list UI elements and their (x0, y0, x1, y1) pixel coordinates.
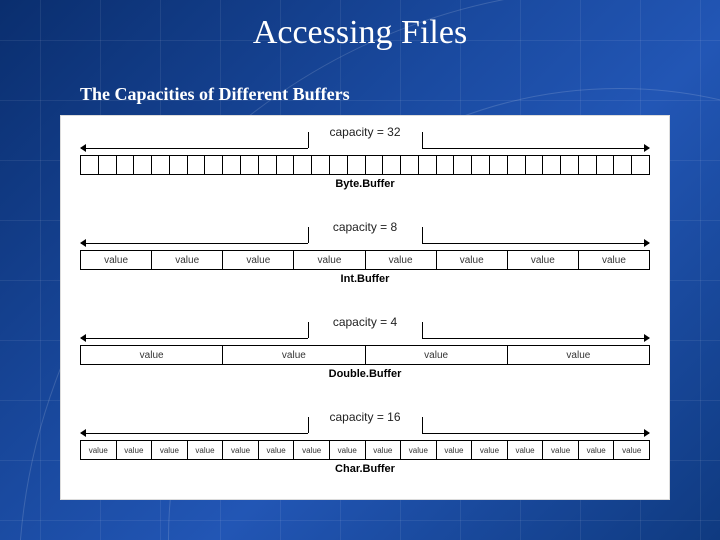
buffer-cell (472, 156, 490, 174)
buffer-cell (490, 156, 508, 174)
buffer-cell: value (294, 251, 365, 269)
buffer-cell: value (330, 441, 366, 459)
buffer-cell: value (579, 441, 615, 459)
buffer-row: capacity = 16valuevaluevaluevaluevalueva… (80, 410, 650, 475)
buffer-cell (383, 156, 401, 174)
buffer-cells: valuevaluevaluevaluevaluevaluevaluevalue (80, 250, 650, 270)
buffer-cell: value (117, 441, 153, 459)
buffer-cell (205, 156, 223, 174)
buffer-name: Double.Buffer (80, 368, 650, 380)
buffer-cell: value (437, 251, 508, 269)
buffer-cell: value (188, 441, 224, 459)
slide-subtitle: The Capacities of Different Buffers (80, 84, 350, 105)
capacity-label: capacity = 8 (80, 220, 650, 234)
capacity-label: capacity = 16 (80, 410, 650, 424)
buffer-cell: value (366, 441, 402, 459)
buffer-cell (152, 156, 170, 174)
buffer-cell (330, 156, 348, 174)
buffer-cell: value (579, 251, 649, 269)
buffer-cell: value (543, 441, 579, 459)
buffer-cell (117, 156, 135, 174)
buffer-cell (632, 156, 649, 174)
buffer-row: capacity = 4valuevaluevaluevalueDouble.B… (80, 315, 650, 380)
buffer-cell (561, 156, 579, 174)
buffer-cell: value (508, 346, 649, 364)
buffer-cell (543, 156, 561, 174)
buffer-cell: value (472, 441, 508, 459)
buffer-cell: value (152, 251, 223, 269)
slide: Accessing Files The Capacities of Differ… (0, 0, 720, 540)
buffer-cell (99, 156, 117, 174)
buffer-name: Byte.Buffer (80, 178, 650, 190)
capacity-arrows (81, 332, 649, 346)
buffer-cell: value (81, 441, 117, 459)
buffer-cell (81, 156, 99, 174)
buffer-cells (80, 155, 650, 175)
buffer-cells: valuevaluevaluevalue (80, 345, 650, 365)
capacity-label: capacity = 32 (80, 125, 650, 139)
buffer-cell (277, 156, 295, 174)
capacity-arrows (81, 427, 649, 441)
buffer-cell (294, 156, 312, 174)
buffer-cell: value (259, 441, 295, 459)
buffer-cell (614, 156, 632, 174)
buffer-cell: value (223, 251, 294, 269)
buffer-cell: value (401, 441, 437, 459)
buffer-cell (526, 156, 544, 174)
buffer-cell: value (437, 441, 473, 459)
buffer-row: capacity = 32 Byte.Buffer (80, 125, 650, 190)
buffer-cell: value (614, 441, 649, 459)
buffer-cell (437, 156, 455, 174)
buffer-cell (312, 156, 330, 174)
buffer-cell (348, 156, 366, 174)
capacity-arrows (81, 142, 649, 156)
buffer-cell (401, 156, 419, 174)
buffer-name: Char.Buffer (80, 463, 650, 475)
buffer-cell (366, 156, 384, 174)
capacity-label: capacity = 4 (80, 315, 650, 329)
buffer-cell (597, 156, 615, 174)
buffer-cell (508, 156, 526, 174)
buffer-cell (419, 156, 437, 174)
buffer-cells: valuevaluevaluevaluevaluevaluevaluevalue… (80, 440, 650, 460)
buffer-cell: value (366, 251, 437, 269)
buffer-row: capacity = 8valuevaluevaluevaluevalueval… (80, 220, 650, 285)
buffer-cell (579, 156, 597, 174)
buffer-cell (188, 156, 206, 174)
buffer-cell (241, 156, 259, 174)
buffer-cell (170, 156, 188, 174)
buffer-cell: value (223, 346, 365, 364)
buffer-cell (259, 156, 277, 174)
buffer-cell: value (366, 346, 508, 364)
buffer-cell: value (81, 346, 223, 364)
buffer-cell (454, 156, 472, 174)
buffer-cell: value (223, 441, 259, 459)
buffer-cell (134, 156, 152, 174)
diagram-panel: capacity = 32 Byte.Buffer capacity = 8 valu… (60, 115, 670, 500)
buffer-cell: value (294, 441, 330, 459)
capacity-arrows (81, 237, 649, 251)
buffer-cell: value (508, 441, 544, 459)
buffer-cell: value (152, 441, 188, 459)
buffer-name: Int.Buffer (80, 273, 650, 285)
buffer-cell (223, 156, 241, 174)
buffer-cell: value (81, 251, 152, 269)
buffer-cell: value (508, 251, 579, 269)
